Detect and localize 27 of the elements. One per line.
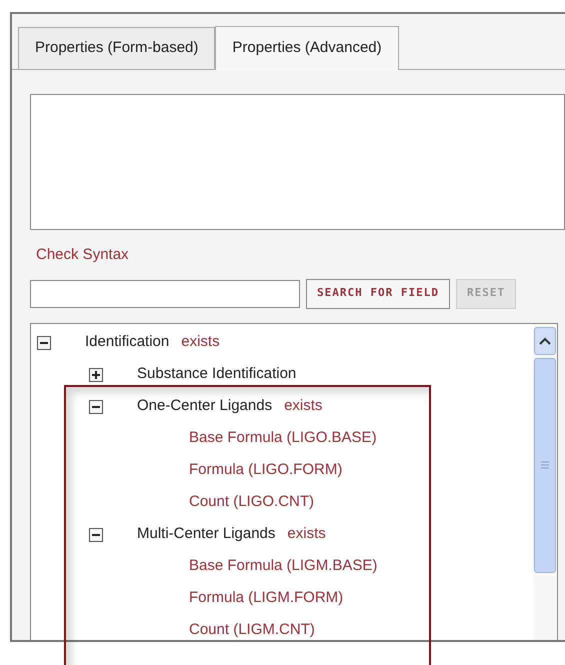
collapse-icon[interactable] [89,400,103,414]
tree-item[interactable]: Multi-Center Ligands [137,523,276,546]
field-item[interactable]: Base Formula (LIGM.BASE) [189,555,378,578]
tab[interactable]: Properties (Form-based) [18,27,216,69]
grip-icon [540,460,550,470]
scroll-up-button[interactable] [534,326,556,354]
status-label: exists [181,332,220,352]
chevron-up-icon [539,336,551,344]
tree-item[interactable]: Identification [85,331,170,354]
search-field[interactable] [30,280,300,308]
scroll-thumb[interactable] [534,358,556,572]
field-item[interactable]: Count (LIGO.CNT) [189,491,314,514]
check-syntax-link[interactable]: Check Syntax [36,244,129,266]
field-item[interactable]: Count (LIGM.CNT) [189,619,315,640]
status-label: exists [287,524,326,544]
search-button[interactable]: SEARCH FOR FIELD [306,278,450,308]
expand-icon[interactable] [89,368,103,382]
collapse-icon[interactable] [89,528,103,542]
field-item[interactable]: Formula (LIGM.FORM) [189,587,344,610]
status-label: exists [284,396,322,416]
tab[interactable]: Properties (Advanced) [215,26,399,70]
field-item[interactable]: Base Formula (LIGO.BASE) [189,427,377,450]
scrollbar[interactable] [533,324,557,640]
collapse-icon[interactable] [37,336,51,350]
tree-item[interactable]: One-Center Ligands [137,395,272,418]
tree-item[interactable]: Substance Identification [137,363,296,386]
field-item[interactable]: Formula (LIGO.FORM) [189,459,342,482]
